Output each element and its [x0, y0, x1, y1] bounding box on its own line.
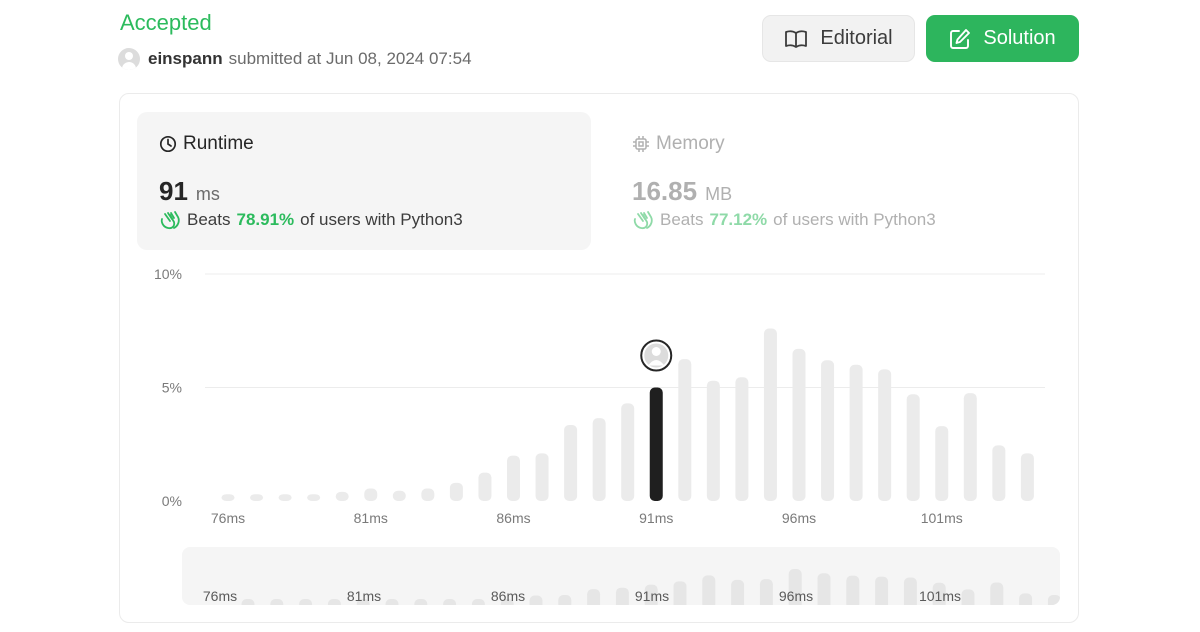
chart-bar[interactable] [706, 380, 720, 501]
navigator-bar [903, 577, 917, 605]
chart-bar[interactable] [364, 488, 378, 501]
runtime-distribution-chart[interactable]: 10% 5% 0% 76ms 81ms 86ms 91ms 96ms 101ms [120, 94, 1080, 544]
navigator-bar [443, 599, 457, 605]
submission-status: Accepted [120, 10, 212, 35]
book-icon [785, 29, 808, 48]
chart-bar-current[interactable] [649, 387, 663, 502]
chart-bar[interactable] [278, 494, 292, 501]
navigator-bar [241, 599, 255, 605]
user-marker-head [651, 347, 661, 356]
navigator-tick-label: 76ms [203, 588, 237, 604]
chart-bar[interactable] [307, 494, 321, 501]
chart-bar[interactable] [592, 418, 606, 501]
result-card: Runtime 91 ms Beats 78.91% of users with… [119, 93, 1079, 623]
navigator-bar [615, 587, 629, 605]
username-link[interactable]: einspann [148, 49, 223, 69]
navigator-chart[interactable]: 76ms 81ms 86ms 91ms 96ms 101ms [182, 547, 1060, 605]
navigator-bar [587, 589, 601, 605]
navigator-bar [385, 599, 399, 605]
navigator-bar [558, 595, 572, 605]
chart-bar[interactable] [735, 377, 749, 501]
navigator-bar [1047, 595, 1060, 605]
chart-bar[interactable] [535, 453, 549, 501]
chart-bar[interactable] [763, 328, 777, 501]
solution-button[interactable]: Solution [926, 15, 1079, 62]
navigator-bar [471, 599, 485, 605]
chart-bar[interactable] [564, 424, 578, 501]
chart-bar[interactable] [792, 348, 806, 501]
submitted-at: submitted at Jun 08, 2024 07:54 [228, 49, 472, 68]
navigator-tick-label: 86ms [491, 588, 525, 604]
chart-bar[interactable] [678, 359, 692, 501]
submission-info: einspann submitted at Jun 08, 2024 07:54 [118, 46, 472, 72]
navigator-bar [327, 599, 341, 605]
chart-bar[interactable] [392, 490, 406, 501]
y-tick-label: 5% [162, 380, 182, 396]
navigator-bar [673, 581, 687, 605]
chart-bar[interactable] [992, 445, 1006, 501]
navigator-bar [270, 599, 284, 605]
navigator-bar [759, 579, 773, 605]
chart-bar[interactable] [421, 488, 435, 501]
navigator-bar [731, 579, 745, 605]
chart-bar[interactable] [849, 364, 863, 501]
avatar[interactable] [118, 48, 140, 70]
navigator-bar [846, 575, 860, 605]
chart-bar[interactable] [906, 394, 920, 501]
navigator-tick-label: 101ms [919, 588, 961, 604]
y-tick-label: 10% [154, 266, 182, 282]
navigator-bar [817, 573, 831, 605]
navigator-bar [702, 575, 716, 605]
chart-bar[interactable] [821, 360, 835, 501]
navigator-tick-label: 96ms [779, 588, 813, 604]
x-tick-label: 91ms [639, 510, 673, 526]
chart-bar[interactable] [478, 472, 492, 501]
x-tick-label: 96ms [782, 510, 816, 526]
chart-bar[interactable] [221, 494, 235, 501]
navigator-bar [1019, 593, 1033, 605]
chart-bar[interactable] [449, 482, 463, 501]
edit-icon [950, 28, 971, 49]
x-tick-label: 86ms [496, 510, 530, 526]
navigator-bar [414, 599, 428, 605]
navigator-tick-label: 81ms [347, 588, 381, 604]
navigator-bar [875, 576, 889, 605]
navigator-bar [299, 599, 313, 605]
chart-bar[interactable] [250, 494, 264, 501]
solution-label: Solution [983, 27, 1056, 49]
chart-bar[interactable] [963, 393, 977, 501]
chart-bar[interactable] [621, 403, 635, 501]
editorial-label: Editorial [820, 27, 893, 49]
chart-bar[interactable] [935, 426, 949, 501]
chart-bar[interactable] [1020, 453, 1034, 501]
chart-bar[interactable] [507, 455, 520, 501]
x-tick-label: 76ms [211, 510, 245, 526]
x-tick-label: 101ms [921, 510, 963, 526]
navigator-bar [961, 589, 975, 605]
chart-bar[interactable] [335, 491, 349, 501]
navigator-tick-label: 91ms [635, 588, 669, 604]
y-tick-label: 0% [162, 493, 182, 509]
editorial-button[interactable]: Editorial [762, 15, 915, 62]
x-tick-label: 81ms [354, 510, 388, 526]
navigator-bar [990, 582, 1004, 605]
chart-range-navigator[interactable]: 76ms 81ms 86ms 91ms 96ms 101ms [182, 547, 1060, 605]
chart-bar[interactable] [878, 369, 892, 501]
navigator-bar [529, 595, 543, 605]
